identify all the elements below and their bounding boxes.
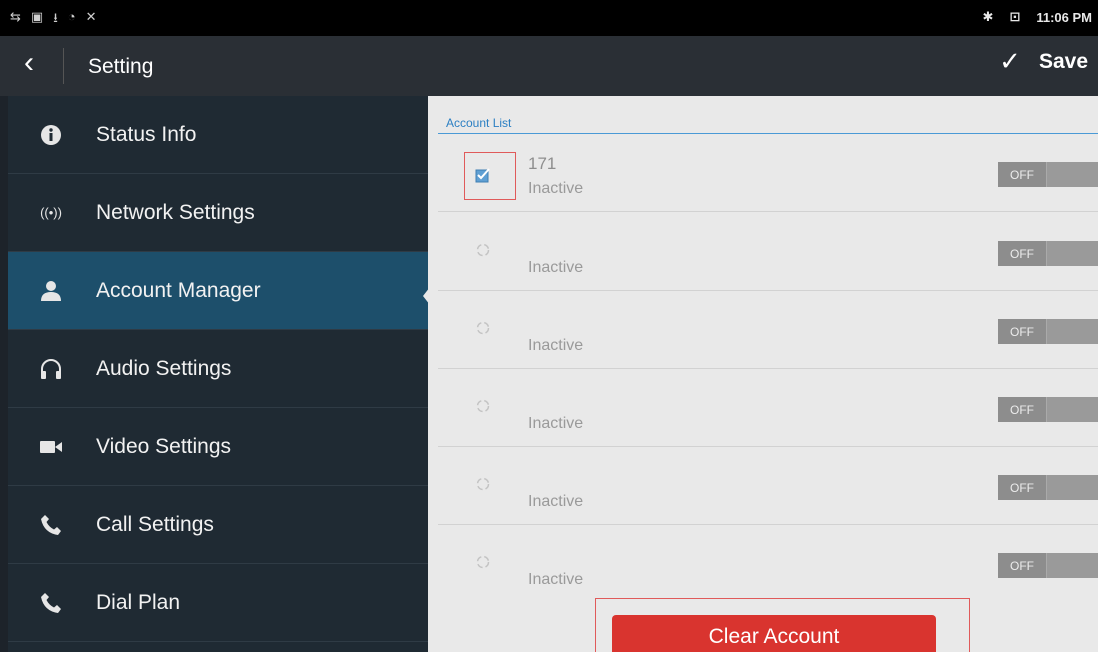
checkbox-checked-icon[interactable]	[474, 166, 492, 184]
loading-spinner-icon	[474, 475, 492, 493]
title-divider	[63, 48, 64, 84]
sidebar-item-label: Audio Settings	[96, 356, 232, 380]
sidebar-item-status-info[interactable]: Status Info	[8, 96, 428, 174]
toggle-label: OFF	[1010, 559, 1034, 573]
settings-sidebar: Status Info ((•)) Network Settings Accou…	[8, 96, 437, 652]
wifi-icon: ◔	[67, 9, 76, 24]
account-status: Inactive	[528, 571, 584, 588]
phone-icon	[38, 590, 64, 616]
sidebar-item-call-settings[interactable]: Call Settings	[8, 486, 428, 564]
account-toggle[interactable]: OFF	[998, 162, 1098, 187]
display-icon: ⊡	[1009, 9, 1021, 24]
bluetooth-icon: ✱	[982, 9, 994, 24]
account-row[interactable]: Inactive OFF	[438, 525, 1098, 603]
title-bar: ‹ Setting ✓ Save	[0, 36, 1098, 96]
sidebar-item-audio-settings[interactable]: Audio Settings	[8, 330, 428, 408]
usb-icon: ⇆	[10, 9, 21, 24]
screenshot-icon: ▣	[30, 9, 44, 24]
notification-icons: ⇆ ▣ ⭳ ◔ ✕	[10, 9, 97, 31]
toggle-label: OFF	[1010, 325, 1034, 339]
account-row[interactable]: Inactive OFF	[438, 213, 1098, 291]
sidebar-item-account-manager[interactable]: Account Manager	[8, 252, 428, 330]
toggle-label: OFF	[1010, 481, 1034, 495]
toggle-label: OFF	[1010, 247, 1034, 261]
clear-account-button[interactable]: Clear Account	[612, 615, 936, 652]
info-icon	[38, 122, 64, 148]
account-row[interactable]: Inactive OFF	[438, 291, 1098, 369]
page-title: Setting	[88, 55, 154, 78]
bug-icon: ✕	[85, 9, 97, 24]
account-name: 171	[528, 154, 557, 173]
account-toggle[interactable]: OFF	[998, 475, 1098, 500]
account-status: Inactive	[528, 415, 584, 432]
headset-icon	[38, 356, 64, 382]
device-screen: ⇆ ▣ ⭳ ◔ ✕ ✱ ⊡ 11:06 PM ‹ Setting ✓ Save …	[0, 0, 1098, 652]
account-toggle[interactable]: OFF	[998, 319, 1098, 344]
clear-account-highlight: Clear Account	[595, 598, 970, 652]
account-status: Inactive	[528, 259, 584, 276]
account-status: Inactive	[528, 493, 584, 510]
toggle-knob	[1046, 319, 1098, 344]
toggle-knob	[1046, 162, 1098, 187]
account-status: Inactive	[528, 180, 584, 197]
toggle-knob	[1046, 475, 1098, 500]
status-bar: ⇆ ▣ ⭳ ◔ ✕ ✱ ⊡ 11:06 PM	[0, 0, 1098, 36]
sidebar-item-network-settings[interactable]: ((•)) Network Settings	[8, 174, 428, 252]
sidebar-item-dial-plan[interactable]: Dial Plan	[8, 564, 428, 642]
phone-icon	[38, 512, 64, 538]
upload-icon: ⭳	[53, 10, 58, 25]
account-status: Inactive	[528, 337, 584, 354]
account-row[interactable]: 171 Inactive OFF	[438, 134, 1098, 212]
sidebar-item-label: Call Settings	[96, 512, 214, 536]
loading-spinner-icon	[474, 241, 492, 259]
save-label: Save	[1038, 49, 1088, 73]
toggle-label: OFF	[1010, 403, 1034, 417]
sidebar-item-label: Dial Plan	[96, 590, 181, 614]
network-icon: ((•))	[40, 205, 62, 220]
sidebar-item-label: Status Info	[96, 122, 197, 146]
system-tray: ✱ ⊡ 11:06 PM	[983, 9, 1092, 25]
loading-spinner-icon	[474, 319, 492, 337]
account-row[interactable]: Inactive OFF	[438, 447, 1098, 525]
sidebar-item-label: Account Manager	[96, 278, 261, 302]
person-icon	[38, 278, 64, 304]
account-toggle[interactable]: OFF	[998, 241, 1098, 266]
toggle-knob	[1046, 397, 1098, 422]
loading-spinner-icon	[474, 397, 492, 415]
active-indicator	[423, 278, 437, 314]
sidebar-item-video-settings[interactable]: Video Settings	[8, 408, 428, 486]
save-button[interactable]: ✓ Save	[999, 46, 1088, 77]
account-toggle[interactable]: OFF	[998, 553, 1098, 578]
back-arrow-icon[interactable]: ‹	[24, 46, 34, 80]
checkmark-icon: ✓	[999, 46, 1021, 76]
toggle-knob	[1046, 553, 1098, 578]
sidebar-item-label: Network Settings	[96, 200, 255, 224]
toggle-label: OFF	[1010, 168, 1034, 182]
sidebar-item-label: Video Settings	[96, 434, 232, 458]
account-list-header: Account List	[446, 116, 512, 130]
account-row[interactable]: Inactive OFF	[438, 369, 1098, 447]
loading-spinner-icon	[474, 553, 492, 571]
account-toggle[interactable]: OFF	[998, 397, 1098, 422]
camera-icon	[38, 434, 64, 460]
account-list-panel: Account List 171 Inactive OFF Inactive O…	[428, 96, 1098, 652]
clock: 11:06 PM	[1036, 9, 1092, 25]
toggle-knob	[1046, 241, 1098, 266]
